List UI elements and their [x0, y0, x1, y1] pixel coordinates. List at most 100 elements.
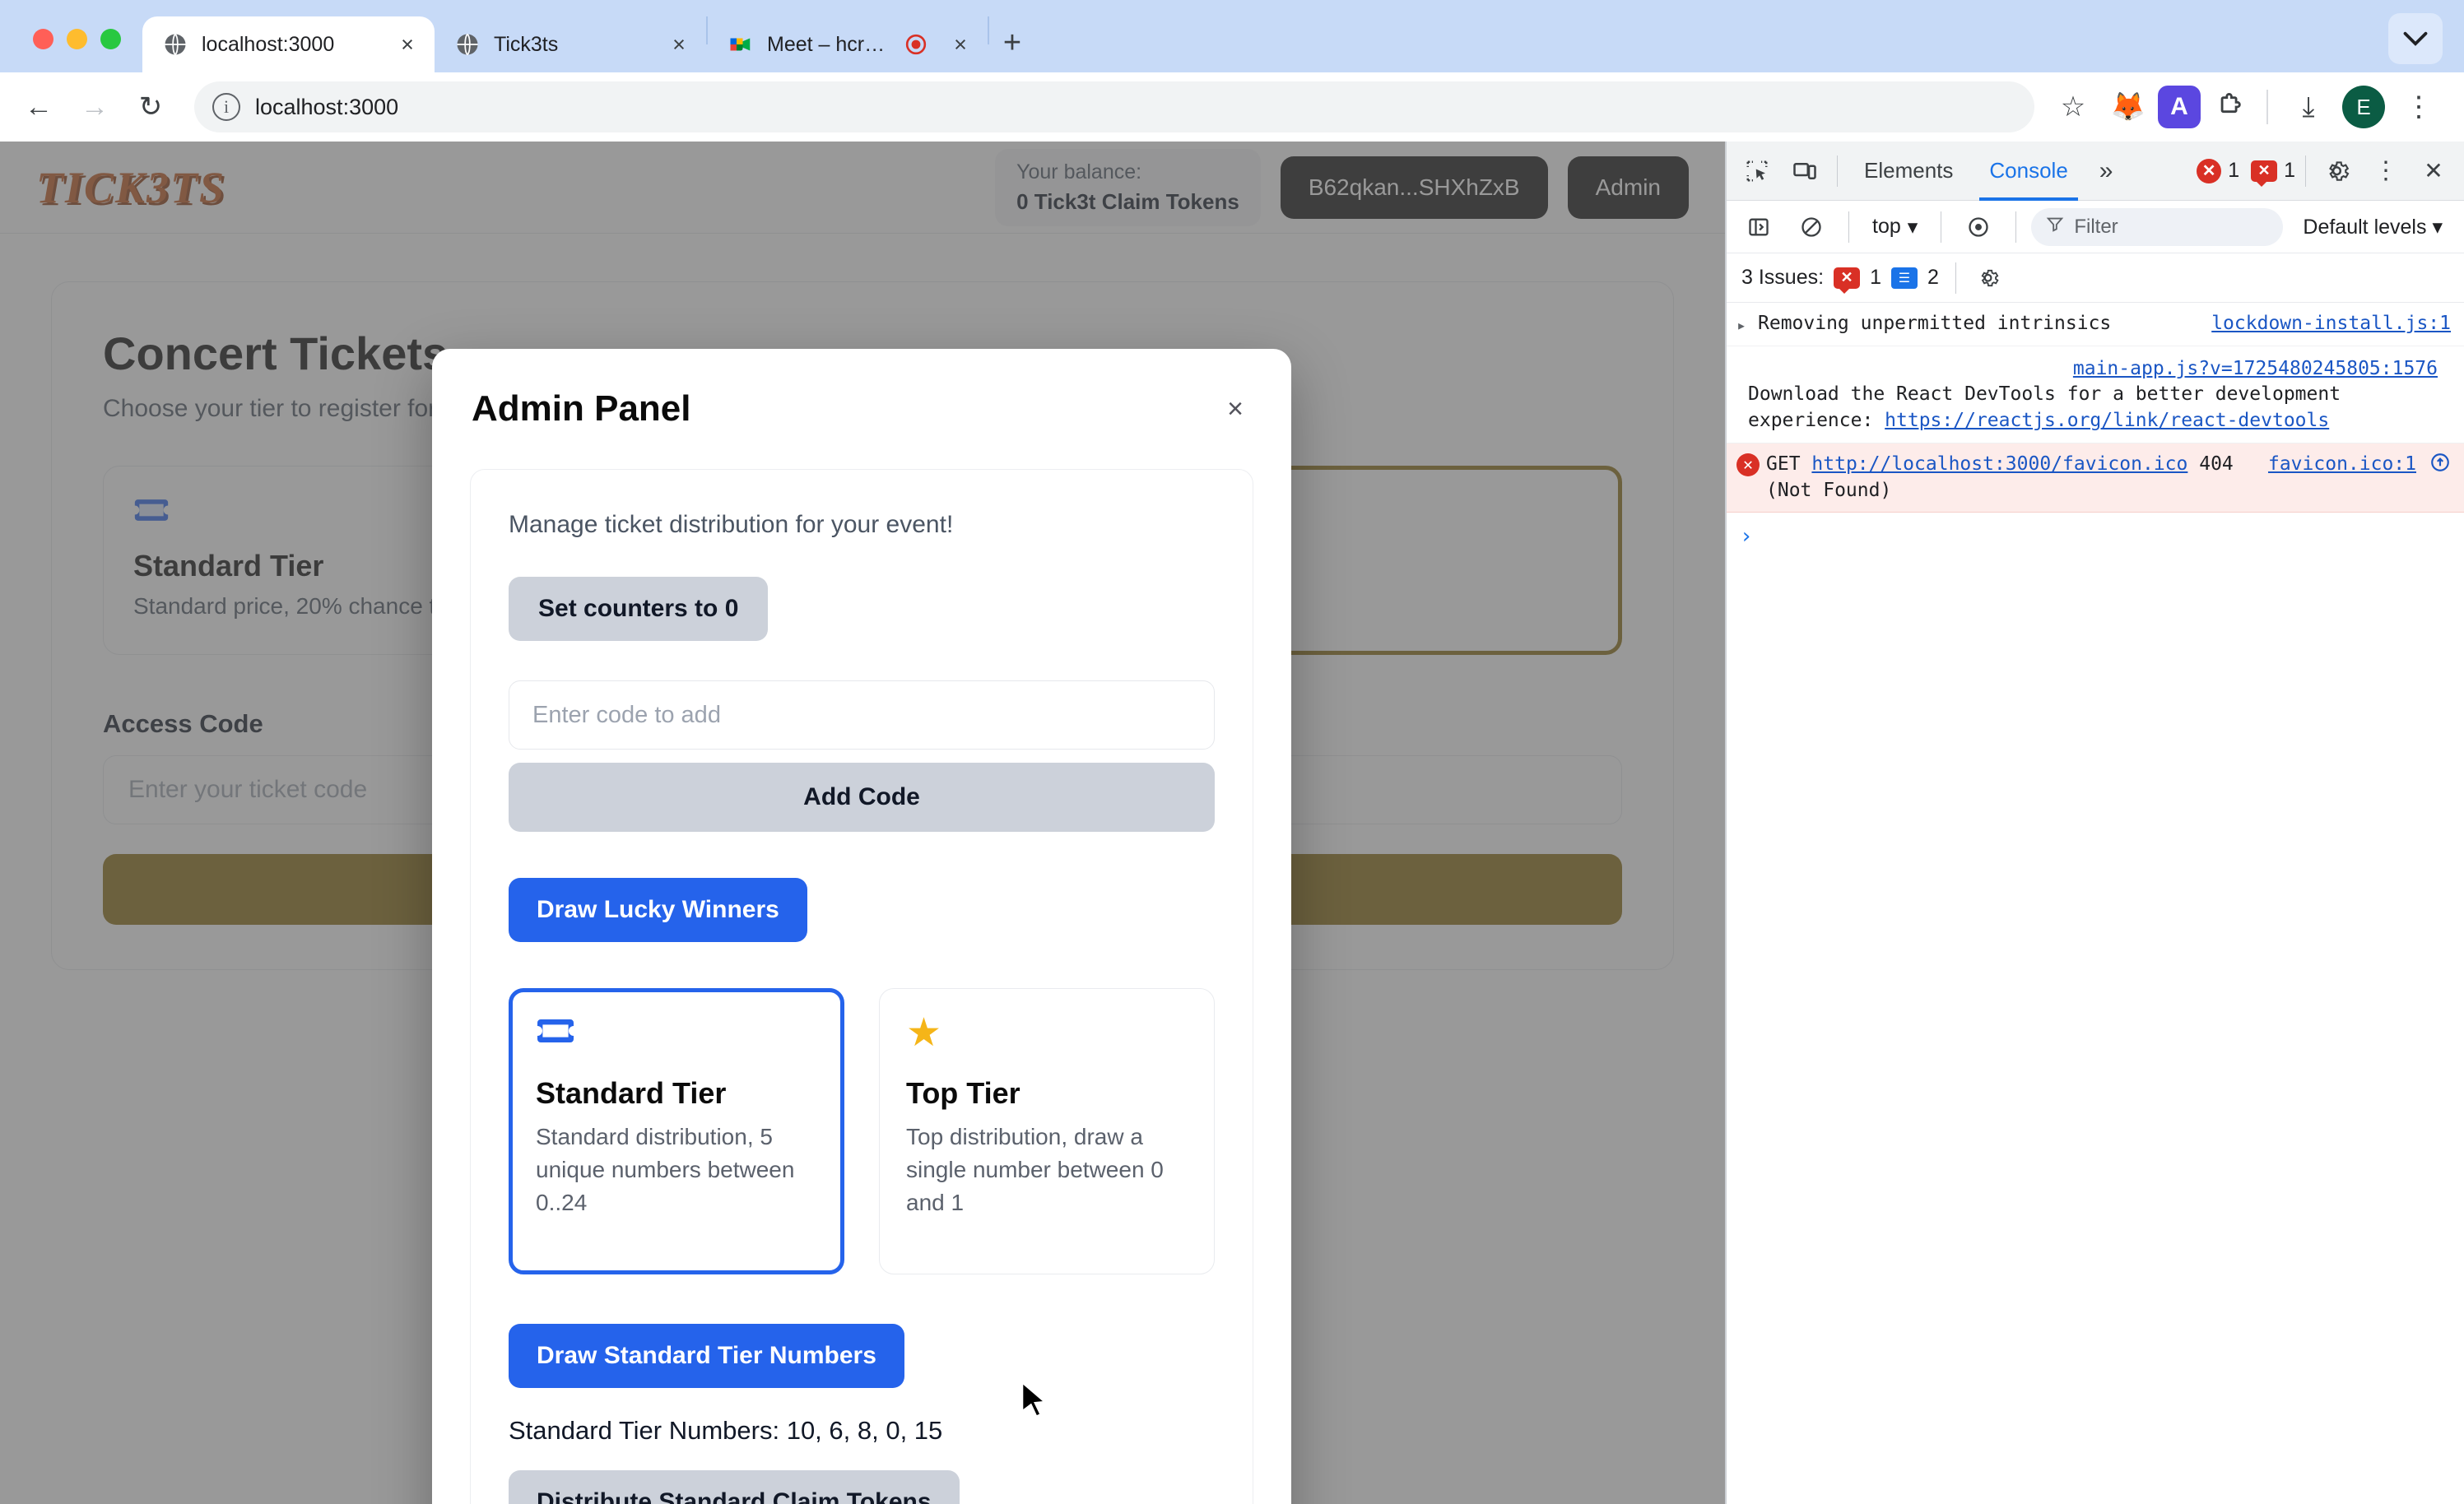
globe-icon: [454, 31, 481, 58]
browser-menu-icon[interactable]: ⋮: [2393, 81, 2444, 132]
device-toolbar-icon[interactable]: [1783, 149, 1827, 193]
add-code-button[interactable]: Add Code: [509, 763, 1215, 832]
ticket-icon: [536, 1014, 817, 1053]
console-filter-input[interactable]: Filter: [2031, 207, 2284, 246]
minimize-window-button[interactable]: [67, 29, 87, 49]
toolbar-divider: [2015, 211, 2017, 243]
chevron-down-icon: ▾: [2432, 215, 2443, 239]
warning-counter[interactable]: ✕ 1: [2251, 159, 2295, 187]
toolbar-divider: [2305, 155, 2306, 187]
browser-tab-tick3ts[interactable]: Tick3ts ×: [435, 16, 706, 72]
downloads-icon[interactable]: ⤓: [2283, 81, 2334, 132]
tab-search-button[interactable]: [2388, 13, 2443, 64]
web-page: TICK3TS Your balance: 0 Tick3t Claim Tok…: [0, 142, 1725, 1504]
maximize-window-button[interactable]: [100, 29, 121, 49]
console-prompt[interactable]: ›: [1727, 513, 2464, 560]
close-window-button[interactable]: [33, 29, 53, 49]
console-log-info[interactable]: main-app.js?v=1725480245805:1576 Downloa…: [1727, 346, 2464, 443]
issues-label: 3 Issues:: [1741, 266, 1825, 289]
modal-body: Manage ticket distribution for your even…: [470, 469, 1253, 1504]
log-source-row: main-app.js?v=1725480245805:1576: [1736, 355, 2451, 383]
close-tab-button[interactable]: ×: [392, 29, 423, 60]
profile-avatar[interactable]: E: [2342, 86, 2385, 128]
filter-funnel-icon: [2046, 215, 2064, 239]
more-tabs-icon[interactable]: »: [2088, 157, 2125, 185]
tab-console[interactable]: Console: [1973, 142, 2084, 201]
modal-tier-top[interactable]: ★ Top Tier Top distribution, draw a sing…: [879, 988, 1215, 1274]
extensions-puzzle-icon[interactable]: [2209, 86, 2252, 128]
modal-title: Admin Panel: [472, 388, 691, 429]
devtools-menu-icon[interactable]: ⋮: [2364, 149, 2408, 193]
browser-tab-meet[interactable]: Meet – hcr-tybb-vpo ×: [708, 16, 988, 72]
modal-tier-desc: Standard distribution, 5 unique numbers …: [536, 1124, 795, 1215]
modal-lead-text: Manage ticket distribution for your even…: [509, 511, 954, 538]
toolbar-actions: ☆ 🦊 A ⤓ E ⋮: [2048, 81, 2444, 132]
distribute-standard-claim-tokens-button[interactable]: Distribute Standard Claim Tokens: [509, 1470, 960, 1504]
issues-bar[interactable]: 3 Issues: ✕ 1 ☰ 2: [1727, 253, 2464, 303]
toolbar-divider: [1837, 155, 1838, 187]
log-message: GET http://localhost:3000/favicon.ico 40…: [1766, 452, 2262, 504]
devtools-panel: Elements Console » ✕ 1 ✕ 1 ⋮ ✕ top ▾ Fil…: [1725, 142, 2464, 1504]
error-badge-icon: ✕: [2197, 158, 2222, 183]
add-code-input[interactable]: Enter code to add: [509, 680, 1215, 750]
request-method: GET: [1766, 453, 1801, 475]
browser-tab-localhost[interactable]: localhost:3000 ×: [142, 16, 435, 72]
new-tab-button[interactable]: +: [989, 20, 1035, 66]
close-icon[interactable]: ×: [1219, 388, 1252, 429]
modal-tier-title: Standard Tier: [536, 1076, 727, 1110]
log-source-link[interactable]: lockdown-install.js:1: [2211, 311, 2451, 337]
context-label: top: [1872, 215, 1901, 238]
close-devtools-icon[interactable]: ✕: [2411, 149, 2456, 193]
levels-label: Default levels: [2303, 215, 2427, 239]
close-tab-button[interactable]: ×: [663, 29, 695, 60]
metamask-extension-icon[interactable]: 🦊: [2107, 86, 2150, 128]
gear-icon[interactable]: [1973, 262, 2006, 295]
site-info-icon[interactable]: i: [212, 93, 240, 121]
tab-elements[interactable]: Elements: [1848, 142, 1969, 201]
toolbar-divider: [2266, 90, 2268, 124]
log-message: Download the React DevTools for a better…: [1736, 382, 2451, 434]
set-counters-button[interactable]: Set counters to 0: [509, 577, 769, 641]
issue-badge-icon: ✕: [2251, 160, 2278, 187]
toolbar-divider: [1955, 262, 1956, 294]
toolbar-divider: [1848, 211, 1849, 243]
authenticator-extension-icon[interactable]: A: [2158, 86, 2201, 128]
draw-lucky-winners-button[interactable]: Draw Lucky Winners: [509, 878, 807, 942]
issues-info-count: 2: [1927, 266, 1939, 289]
request-url-link[interactable]: http://localhost:3000/favicon.ico: [1811, 453, 2187, 475]
forward-button[interactable]: →: [69, 81, 120, 132]
initiator-icon[interactable]: [2429, 452, 2451, 481]
issue-error-badge-icon: ✕: [1834, 267, 1861, 294]
window-controls: [25, 29, 142, 72]
bookmark-star-icon[interactable]: ☆: [2048, 81, 2099, 132]
console-log-list[interactable]: ▸ Removing unpermitted intrinsics lockdo…: [1727, 303, 2464, 1504]
modal-tier-desc: Top distribution, draw a single number b…: [906, 1124, 1164, 1215]
gear-icon[interactable]: [2316, 149, 2360, 193]
status-code: 404: [2199, 453, 2234, 475]
console-log-group[interactable]: ▸ Removing unpermitted intrinsics lockdo…: [1727, 303, 2464, 346]
error-counter[interactable]: ✕ 1: [2197, 158, 2239, 183]
tab-strip: localhost:3000 × Tick3ts × Meet – hcr-ty…: [0, 0, 2464, 72]
modal-tier-standard[interactable]: Standard Tier Standard distribution, 5 u…: [509, 988, 844, 1274]
inspect-element-icon[interactable]: [1735, 149, 1779, 193]
log-source-link[interactable]: main-app.js?v=1725480245805:1576: [2073, 356, 2438, 383]
console-log-error[interactable]: ✕ GET http://localhost:3000/favicon.ico …: [1727, 443, 2464, 513]
chevron-down-icon: ▾: [1907, 215, 1918, 239]
react-devtools-link[interactable]: https://reactjs.org/link/react-devtools: [1885, 410, 2329, 431]
log-levels-select[interactable]: Default levels ▾: [2291, 215, 2454, 239]
live-expressions-icon[interactable]: [1956, 205, 2001, 249]
filter-placeholder: Filter: [2074, 215, 2118, 238]
console-sidebar-icon[interactable]: [1736, 205, 1781, 249]
back-button[interactable]: ←: [13, 81, 64, 132]
execution-context-select[interactable]: top ▾: [1864, 215, 1926, 239]
clear-console-icon[interactable]: [1789, 205, 1834, 249]
devtools-tabbar: Elements Console » ✕ 1 ✕ 1 ⋮ ✕: [1727, 142, 2464, 201]
draw-standard-tier-numbers-button[interactable]: Draw Standard Tier Numbers: [509, 1324, 904, 1388]
viewport: TICK3TS Your balance: 0 Tick3t Claim Tok…: [0, 142, 2464, 1504]
close-tab-button[interactable]: ×: [945, 29, 976, 60]
log-source-link[interactable]: favicon.ico:1: [2268, 452, 2416, 478]
tab-title: Meet – hcr-tybb-vpo: [767, 32, 887, 56]
expand-triangle-icon[interactable]: ▸: [1736, 311, 1751, 337]
reload-button[interactable]: ↻: [125, 81, 176, 132]
address-bar[interactable]: i localhost:3000: [194, 81, 2034, 132]
